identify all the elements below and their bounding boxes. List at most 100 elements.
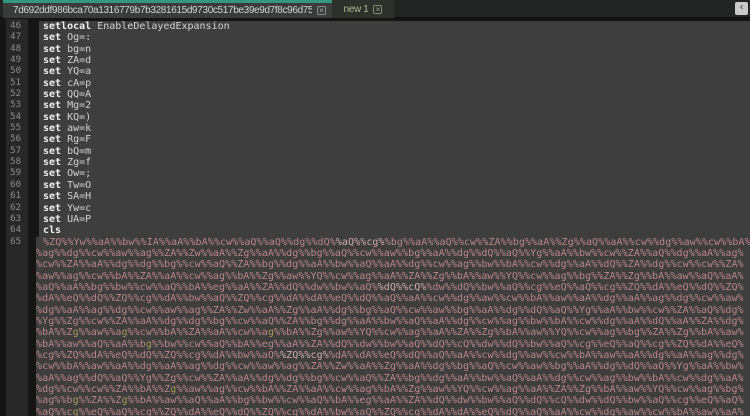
line-number: 59 [0, 168, 36, 179]
code-keyword: set [43, 146, 61, 157]
obfuscated-variable-row[interactable]: %dg%%cw%%cw%%ZA%%bA%%Zg%%aw%%ag%%cw%%bA%… [36, 384, 750, 395]
close-icon[interactable]: × [317, 6, 326, 15]
obfuscated-variable-row[interactable]: %aQ%%aA%%bg%%bw%%cw%%aQ%%bA%%eg%%aA%%ZA%… [36, 282, 750, 293]
tab-file-hash-label: 7d692ddf986bca70a1316779b7b3281615d9730c… [13, 5, 312, 16]
tab-bar: 7d692ddf986bca70a1316779b7b3281615d9730c… [0, 0, 750, 18]
variable-token-segment: %aQ%%aA%%bg%%bw%%cw%%aQ%%bA%%eg%%aA%%ZA%… [36, 282, 378, 293]
line-number: 46 [0, 21, 36, 32]
variable-token-segment: %%bw%%cw%%aQ%%bA%%eg%%aA%%ZA%%dQ%%dw%%bw… [152, 339, 744, 350]
obfuscated-variable-row[interactable]: %dA%%eQ%%dQ%%ZQ%%cg%%dA%%bw%%aQ%%ZQ%%cg%… [36, 293, 750, 304]
code-line[interactable]: set Zg=f [39, 157, 750, 168]
code-line[interactable]: set Tw=O [39, 180, 750, 191]
variable-token-segment: %aA%%ag%%dQ%%aQ%%Yg%%Zg%%cw%%ZA%%aA%%dg%… [36, 373, 744, 384]
obfuscated-variable-row[interactable]: %bA%%Zg%%aw%%ag%%cw%%bA%%ZA%%aA%%cw%%ag%… [36, 327, 750, 338]
code-line[interactable]: set cA=p [39, 78, 750, 89]
variable-token-segment: %%bA%%aw%%aQ%%aA%%bg%%bw%%cw%%aQ%%bA%%eg… [128, 395, 744, 406]
obfuscated-variable-row[interactable]: %ag%%dg%%cw%%aw%%ag%%ZA%%Zw%%aA%%Zg%%aA%… [36, 248, 750, 259]
code-keyword: set [43, 44, 61, 55]
code-line[interactable]: set SA=H [39, 191, 750, 202]
line-number: 64 [0, 225, 36, 236]
code-argument: Rg=F [61, 134, 91, 145]
variable-token-segment: %ZQ%%cg% [280, 350, 329, 361]
code-line[interactable]: set bQ=m [39, 146, 750, 157]
code-keyword: set [43, 203, 61, 214]
line-number: 62 [0, 203, 36, 214]
text-editor-window: 7d692ddf986bca70a1316779b7b3281615d9730c… [0, 0, 750, 416]
code-line[interactable]: set aw=k [39, 123, 750, 134]
line-number: 61 [0, 191, 36, 202]
code-keyword: setlocal [43, 21, 91, 32]
code-keyword: set [43, 112, 61, 123]
variable-token-segment: %cw%%bA%%aw%%aA%%dg%%aA%%ag%%dg%%cw%%aw%… [36, 361, 744, 372]
line-number: 48 [0, 44, 36, 55]
line-number: 52 [0, 89, 36, 100]
code-lines[interactable]: setlocal EnableDelayedExpansionset Og=:s… [36, 21, 750, 416]
editor-area[interactable]: 4647484950515253545556575859606162636465… [0, 19, 750, 416]
obfuscated-variable-row[interactable]: %aA%%ag%%dQ%%aQ%%Yg%%Zg%%cw%%ZA%%aA%%dg%… [36, 373, 750, 384]
line-number-gutter: 4647484950515253545556575859606162636465 [0, 21, 36, 248]
code-line[interactable]: cls [39, 225, 750, 236]
tab-scroll-button[interactable]: ‹ [735, 2, 748, 15]
variable-token-segment: %bA%%Z [36, 327, 73, 338]
variable-token-segment: %dw%%dQ%%bw%%aQ%%cg%%eQ%%aQ%%cg%%ZQ%%dA%… [426, 282, 743, 293]
variable-token-segment: %dA%%dA%%eQ%%dQ%%aQ%%aA%%cw%%dg%%aw%%cw%… [329, 350, 744, 361]
code-line[interactable]: set Ow=; [39, 168, 750, 179]
code-line[interactable]: set Mg=2 [39, 100, 750, 111]
code-line[interactable]: setlocal EnableDelayedExpansion [39, 21, 750, 32]
line-number: 53 [0, 100, 36, 111]
code-keyword: set [43, 55, 61, 66]
code-line[interactable]: set KQ=) [39, 112, 750, 123]
obfuscated-variable-row[interactable]: %bA%%aw%%aQ%%aA%%bg%%bw%%cw%%aQ%%bA%%eg%… [36, 339, 750, 350]
obfuscated-variable-row[interactable]: %cw%%ZA%%aA%%dg%%dg%%bg%%cw%%aQ%%ZA%%bg%… [36, 259, 750, 270]
variable-token-segment: %ag%%b [36, 395, 73, 406]
variable-token-segment: %%aw%%a [79, 327, 122, 338]
code-line[interactable]: set QQ=A [39, 89, 750, 100]
obfuscated-variable-row[interactable]: %aQ%%cg%%eQ%%aQ%%cg%%ZQ%%dA%%eQ%%dQ%%ZQ%… [36, 407, 750, 416]
variable-token-segment: %aw%%ag%%cw%%bA%%ZA%%aA%%cw%%ag%%bA%%Zg%… [36, 271, 744, 282]
obfuscated-variable-row[interactable]: %ZQ%%Yw%%aA%%bw%%IA%%aA%%bA%%cw%%aQ%%aQ%… [36, 237, 750, 248]
code-line[interactable]: set Rg=F [39, 134, 750, 145]
variable-token-segment: %%ZA%%Z [79, 395, 122, 406]
close-icon[interactable]: × [373, 5, 382, 14]
code-argument: KQ=) [61, 112, 91, 123]
code-line[interactable]: set UA=P [39, 214, 750, 225]
obfuscated-variable-row[interactable]: %ag%%bg%%ZA%%Zg%%bA%%aw%%aQ%%aA%%bg%%bw%… [36, 395, 750, 406]
code-keyword: set [43, 100, 61, 111]
variable-token-segment: %dg%%cw%%cw%%ZA%%bA%%Z [36, 384, 170, 395]
line-number: 51 [0, 78, 36, 89]
obfuscated-variable-row[interactable]: %Yg%%Zg%%cw%%ZA%%aA%%dg%%dg%%bg%%cw%%aQ%… [36, 316, 750, 327]
variable-token-segment: %cg%%ZQ%%dA%%eQ%%dQ%%ZQ%%cg%%dA%%bw%%aQ% [36, 350, 280, 361]
line-number: 63 [0, 214, 36, 225]
code-line[interactable]: set Og=: [39, 32, 750, 43]
code-line[interactable]: set bg=n [39, 44, 750, 55]
code-keyword: set [43, 134, 61, 145]
code-argument: Ow=; [61, 168, 91, 179]
variable-token-segment: %bA%%aw%%aQ%%aA%%b [36, 339, 146, 350]
code-argument: bg=n [61, 44, 91, 55]
code-argument: QQ=A [61, 89, 91, 100]
code-line[interactable]: set Yw=c [39, 203, 750, 214]
code-line[interactable]: set YQ=a [39, 66, 750, 77]
line-number: 60 [0, 180, 36, 191]
variable-token-segment: %dg%%aA%%ag%%dg%%cw%%aw%%ag%%ZA%%Zw%%aA%… [36, 305, 744, 316]
code-argument: aw=k [61, 123, 91, 134]
obfuscated-variable-row[interactable]: %cg%%ZQ%%dA%%eQ%%dQ%%ZQ%%cg%%dA%%bw%%aQ%… [36, 350, 750, 361]
code-argument: Zg=f [61, 157, 91, 168]
code-argument: Tw=O [61, 180, 91, 191]
variable-token-segment: %cw%%ZA%%aA%%dg%%dg%%bg%%cw%%aQ%%ZA%%bg%… [36, 259, 744, 270]
obfuscated-variable-row[interactable]: %cw%%bA%%aw%%aA%%dg%%aA%%ag%%dg%%cw%%aw%… [36, 361, 750, 372]
tab-file-hash[interactable]: 7d692ddf986bca70a1316779b7b3281615d9730c… [3, 0, 332, 18]
obfuscated-variable-row[interactable]: %aw%%ag%%cw%%bA%%ZA%%aA%%cw%%ag%%bA%%Zg%… [36, 271, 750, 282]
code-keyword: cls [43, 225, 61, 236]
code-keyword: set [43, 157, 61, 168]
code-argument: Mg=2 [61, 100, 91, 111]
variable-token-segment: %dA%%eQ%%dQ%%ZQ%%cg%%dA%%bw%%aQ%%ZQ%%cg%… [36, 293, 744, 304]
code-argument: cA=p [61, 78, 91, 89]
variable-token-segment: %Yg%%Zg%%cw%%ZA%%aA%%dg%%dg%%bg%%cw%%aQ%… [36, 316, 744, 327]
line-number: 47 [0, 32, 36, 43]
code-argument: bQ=m [61, 146, 91, 157]
variable-token-segment: %dQ%%cQ% [378, 282, 427, 293]
obfuscated-variable-row[interactable]: %dg%%aA%%ag%%dg%%cw%%aw%%ag%%ZA%%Zw%%aA%… [36, 305, 750, 316]
tab-new-1[interactable]: new 1 × [332, 0, 394, 18]
code-line[interactable]: set ZA=d [39, 55, 750, 66]
